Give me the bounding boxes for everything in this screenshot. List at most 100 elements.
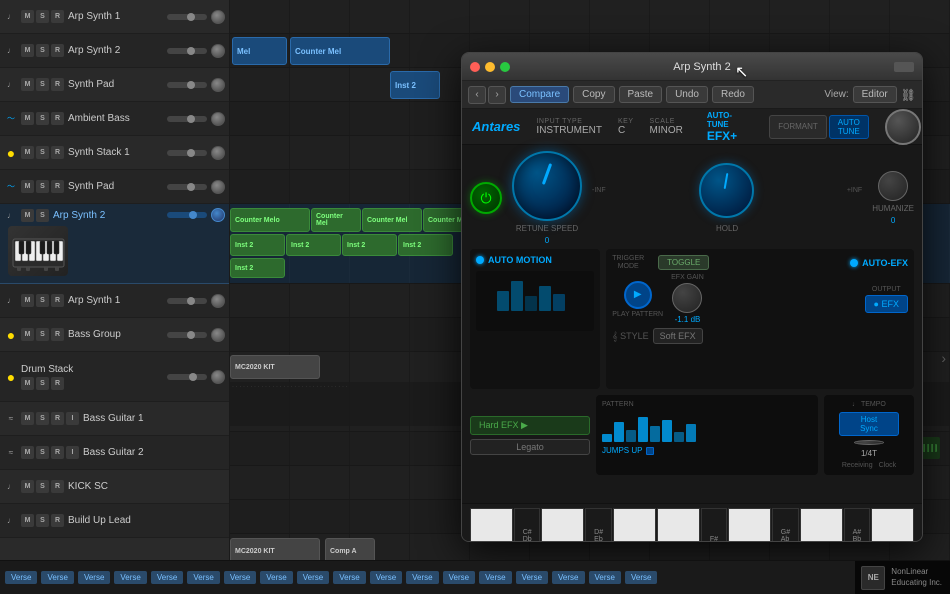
key-e[interactable] bbox=[613, 508, 656, 542]
power-button[interactable]: ⏻ bbox=[470, 182, 502, 214]
track-item[interactable]: 〜 M S R Synth Pad bbox=[0, 170, 229, 204]
selected-track-item[interactable]: ♩ M S Arp Synth 2 bbox=[0, 204, 229, 284]
info-button[interactable]: I bbox=[66, 412, 79, 425]
mute-button[interactable]: M bbox=[21, 412, 34, 425]
clip-counter-melody[interactable]: Counter Melo bbox=[230, 208, 310, 232]
solo-button[interactable]: S bbox=[36, 146, 49, 159]
volume-knob[interactable] bbox=[211, 44, 225, 58]
volume-knob[interactable] bbox=[211, 294, 225, 308]
forward-button[interactable]: › bbox=[488, 86, 506, 104]
volume-knob[interactable] bbox=[211, 78, 225, 92]
clip-inst2-b[interactable]: Inst 2 bbox=[286, 234, 341, 256]
verse-tag[interactable]: Verse bbox=[625, 571, 657, 584]
clip-counter-mel[interactable]: Counter Mel bbox=[290, 37, 390, 65]
key-fsharp[interactable]: F# bbox=[701, 508, 728, 542]
key-g[interactable]: G bbox=[728, 508, 771, 542]
mute-button[interactable]: M bbox=[21, 112, 34, 125]
clip-inst2[interactable]: Inst 2 bbox=[390, 71, 440, 99]
host-sync-button[interactable]: HostSync bbox=[839, 412, 899, 436]
record-button[interactable]: R bbox=[51, 446, 64, 459]
verse-tag[interactable]: Verse bbox=[78, 571, 110, 584]
solo-button[interactable]: S bbox=[36, 209, 49, 222]
key-asharp[interactable]: A#Bb bbox=[844, 508, 871, 542]
mute-button[interactable]: M bbox=[21, 78, 34, 91]
record-button[interactable]: R bbox=[51, 412, 64, 425]
tempo-knob[interactable] bbox=[854, 440, 884, 445]
verse-tag[interactable]: Verse bbox=[552, 571, 584, 584]
record-button[interactable]: R bbox=[51, 10, 64, 23]
record-button[interactable]: R bbox=[51, 514, 64, 527]
solo-button[interactable]: S bbox=[36, 112, 49, 125]
track-fader[interactable] bbox=[167, 184, 207, 190]
track-item[interactable]: ♩ M S R KICK SC bbox=[0, 470, 229, 504]
verse-tag[interactable]: Verse bbox=[224, 571, 256, 584]
track-item[interactable]: ● M S R Bass Group bbox=[0, 318, 229, 352]
solo-button[interactable]: S bbox=[36, 514, 49, 527]
record-button[interactable]: R bbox=[51, 328, 64, 341]
track-fader[interactable] bbox=[167, 298, 207, 304]
track-fader[interactable] bbox=[167, 14, 207, 20]
toggle-button[interactable]: TOGGLE bbox=[658, 255, 709, 270]
verse-tag[interactable]: Verse bbox=[260, 571, 292, 584]
minimize-button[interactable] bbox=[485, 62, 495, 72]
solo-button[interactable]: S bbox=[36, 446, 49, 459]
scale-value[interactable]: MINOR bbox=[650, 125, 683, 136]
clip-inst2-c[interactable]: Inst 2 bbox=[342, 234, 397, 256]
mute-button[interactable]: M bbox=[21, 180, 34, 193]
formant-tab[interactable]: FORMANT bbox=[769, 115, 827, 139]
track-item[interactable]: ♩ M S R Synth Pad bbox=[0, 68, 229, 102]
record-button[interactable]: R bbox=[51, 377, 64, 390]
efx-gain-knob[interactable] bbox=[672, 283, 702, 313]
track-item[interactable]: ≈ M S R I Bass Guitar 2 bbox=[0, 436, 229, 470]
retune-speed-knob[interactable] bbox=[512, 151, 582, 221]
volume-knob[interactable] bbox=[211, 10, 225, 24]
selected-track-knob[interactable] bbox=[211, 208, 225, 222]
hard-efx-button[interactable]: Hard EFX ▶ bbox=[470, 416, 590, 435]
hold-knob[interactable] bbox=[699, 163, 754, 218]
verse-tag[interactable]: Verse bbox=[406, 571, 438, 584]
record-button[interactable]: R bbox=[51, 112, 64, 125]
key-gsharp[interactable]: G#Ab bbox=[772, 508, 799, 542]
drum-knob[interactable] bbox=[211, 370, 225, 384]
mute-button[interactable]: M bbox=[21, 480, 34, 493]
input-type-value[interactable]: INSTRUMENT bbox=[536, 125, 602, 136]
verse-tag[interactable]: Verse bbox=[443, 571, 475, 584]
record-button[interactable]: R bbox=[51, 180, 64, 193]
efx-output-button[interactable]: ● EFX bbox=[865, 295, 908, 313]
editor-view-button[interactable]: Editor bbox=[853, 86, 897, 103]
undo-button[interactable]: Undo bbox=[666, 86, 708, 103]
clip-counter-mel[interactable]: Counter Mel bbox=[311, 208, 361, 232]
verse-tag[interactable]: Verse bbox=[5, 571, 37, 584]
volume-knob[interactable] bbox=[211, 328, 225, 342]
solo-button[interactable]: S bbox=[36, 328, 49, 341]
play-pattern-button[interactable]: ▶ bbox=[624, 281, 652, 309]
compare-button[interactable]: Compare bbox=[510, 86, 569, 103]
verse-tag[interactable]: Verse bbox=[479, 571, 511, 584]
track-item[interactable]: 〜 M S R Ambient Bass bbox=[0, 102, 229, 136]
mute-button[interactable]: M bbox=[21, 10, 34, 23]
record-button[interactable]: R bbox=[51, 294, 64, 307]
track-fader[interactable] bbox=[167, 48, 207, 54]
copy-button[interactable]: Copy bbox=[573, 86, 614, 103]
key-c[interactable]: C bbox=[470, 508, 513, 542]
mix-knob[interactable] bbox=[885, 109, 921, 145]
track-item[interactable]: ♩ M S R Build Up Lead bbox=[0, 504, 229, 538]
soft-efx-button[interactable]: Soft EFX bbox=[653, 328, 703, 344]
record-button[interactable]: R bbox=[51, 146, 64, 159]
track-item[interactable]: ♩ M S R Arp Synth 1 bbox=[0, 284, 229, 318]
solo-button[interactable]: S bbox=[36, 480, 49, 493]
scroll-right-arrow[interactable]: › bbox=[941, 350, 946, 366]
maximize-button[interactable] bbox=[500, 62, 510, 72]
autotune-tab[interactable]: AUTO TUNE bbox=[829, 115, 869, 139]
verse-tag[interactable]: Verse bbox=[516, 571, 548, 584]
track-fader[interactable] bbox=[167, 82, 207, 88]
mute-button[interactable]: M bbox=[21, 294, 34, 307]
mute-button[interactable]: M bbox=[21, 328, 34, 341]
key-value[interactable]: C bbox=[618, 125, 634, 136]
key-d[interactable]: D bbox=[541, 508, 584, 542]
verse-tag[interactable]: Verse bbox=[297, 571, 329, 584]
track-item[interactable]: ● M S R Synth Stack 1 bbox=[0, 136, 229, 170]
clip-mc2020[interactable]: MC2020 KIT bbox=[230, 355, 320, 379]
verse-tag[interactable]: Verse bbox=[187, 571, 219, 584]
solo-button[interactable]: S bbox=[36, 78, 49, 91]
